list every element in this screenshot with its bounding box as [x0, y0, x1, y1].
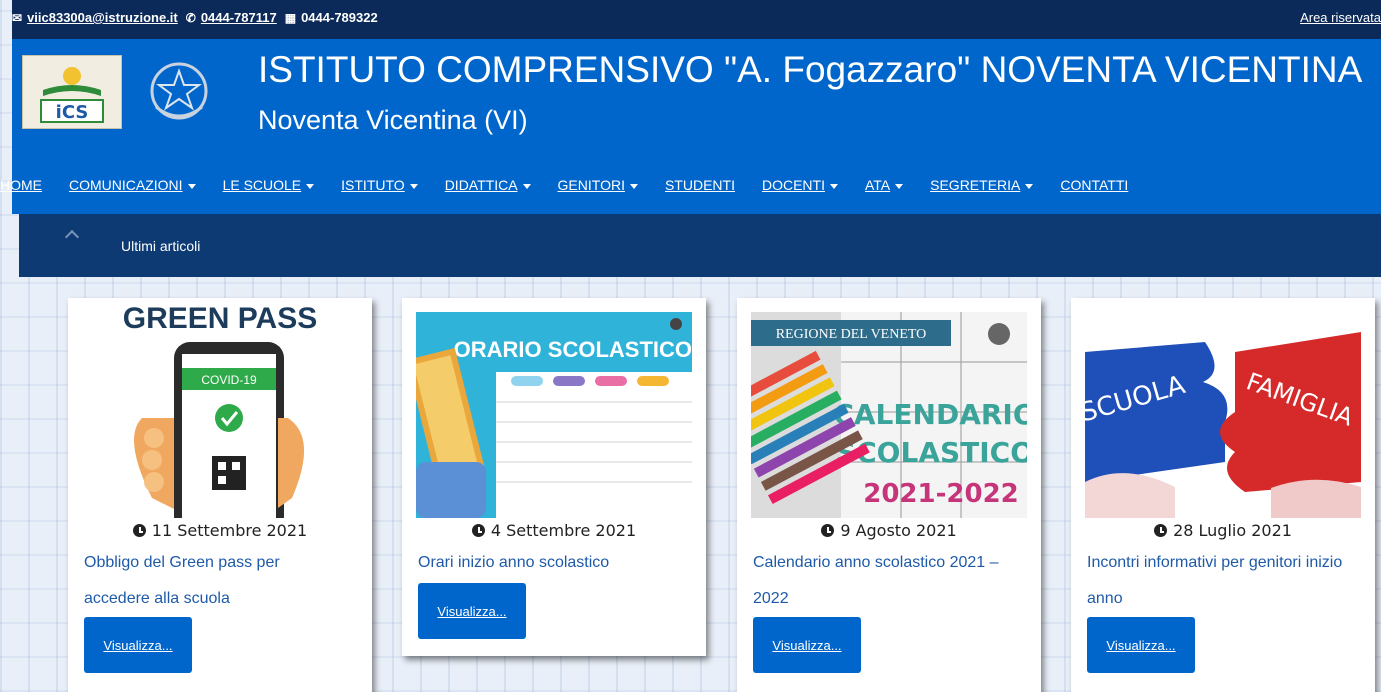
- image-caption: REGIONE DEL VENETO: [776, 327, 927, 342]
- article-date: 9 Agosto 2021: [737, 521, 1041, 540]
- nav-item-comunicazioni[interactable]: COMUNICAZIONI: [69, 177, 196, 193]
- caret-down-icon: [1025, 183, 1034, 189]
- nav-item-home[interactable]: HOME: [0, 177, 42, 193]
- article-card: GREEN PASS COVID-19 11 Settembre 2021 Ob…: [68, 298, 372, 692]
- nav-item-label: CONTATTI: [1060, 177, 1129, 193]
- article-date: 4 Settembre 2021: [402, 521, 706, 540]
- image-caption: COVID-19: [201, 373, 257, 387]
- article-title-link[interactable]: Calendario anno scolastico 2021 – 2022: [753, 545, 1017, 617]
- nav-item-genitori[interactable]: GENITORI: [558, 177, 638, 193]
- article-image-scuola-famiglia[interactable]: SCUOLA FAMIGLIA: [1085, 312, 1361, 518]
- phone-icon: ✆: [185, 10, 196, 25]
- phone-link[interactable]: 0444-787117: [201, 10, 277, 25]
- article-date-text: 9 Agosto 2021: [840, 521, 957, 540]
- nav-item-label: GENITORI: [557, 177, 625, 193]
- nav-item-label: ATA: [864, 177, 891, 193]
- image-caption: 2021-2022: [863, 479, 1019, 509]
- latest-articles-label: Ultimi articoli: [121, 238, 201, 254]
- article-title-link[interactable]: Orari inizio anno scolastico: [418, 545, 682, 581]
- reserved-area-link[interactable]: Area riservata: [1300, 10, 1381, 25]
- site-header: iCS ISTITUTO COMPRENSIVO "A. Fogazzaro" …: [12, 39, 1381, 176]
- article-date: 28 Luglio 2021: [1071, 521, 1375, 540]
- clock-icon: [471, 524, 485, 537]
- caret-down-icon: [629, 183, 638, 189]
- caret-down-icon: [522, 183, 531, 189]
- nav-item-label: COMUNICAZIONI: [69, 177, 183, 193]
- image-caption: ORARIO SCOLASTICO: [454, 337, 692, 362]
- article-date-text: 11 Settembre 2021: [151, 521, 308, 540]
- school-logo[interactable]: iCS: [22, 55, 122, 129]
- article-date-text: 4 Settembre 2021: [490, 521, 637, 540]
- article-image-orario[interactable]: ORARIO SCOLASTICO: [416, 312, 692, 518]
- school-logo-graphic: iCS: [40, 67, 104, 123]
- fax-number: 0444-789322: [301, 10, 378, 25]
- nav-item-studenti[interactable]: STUDENTI: [665, 177, 735, 193]
- article-title-link[interactable]: Obbligo del Green pass per accedere alla…: [84, 545, 348, 617]
- nav-item-didattica[interactable]: DIDATTICA: [445, 177, 531, 193]
- contact-info: ✉ viic83300a@istruzione.it ✆ 0444-787117…: [12, 10, 378, 25]
- latest-articles-bar: Ultimi articoli: [19, 214, 1381, 277]
- image-caption: GREEN PASS: [123, 302, 318, 335]
- nav-item-le-scuole[interactable]: LE SCUOLE: [223, 177, 315, 193]
- view-article-button[interactable]: Visualizza...: [418, 583, 526, 639]
- nav-item-label: HOME: [0, 177, 42, 193]
- article-title-link[interactable]: Incontri informativi per genitori inizio…: [1087, 545, 1351, 617]
- article-image-green-pass[interactable]: GREEN PASS COVID-19: [82, 298, 358, 518]
- nav-item-docenti[interactable]: DOCENTI: [762, 177, 838, 193]
- clock-icon: [132, 524, 146, 537]
- nav-item-istituto[interactable]: ISTITUTO: [341, 177, 418, 193]
- page: ✉ viic83300a@istruzione.it ✆ 0444-787117…: [0, 0, 1381, 692]
- view-article-button[interactable]: Visualizza...: [753, 617, 861, 673]
- logo-text: iCS: [56, 102, 89, 123]
- envelope-icon: ✉: [12, 10, 23, 25]
- nav-item-label: DOCENTI: [761, 177, 825, 193]
- article-date: 11 Settembre 2021: [68, 521, 372, 540]
- article-card: ORARIO SCOLASTICO 4 Settembre 2021 Orari…: [402, 298, 706, 656]
- nav-item-segreteria[interactable]: SEGRETERIA: [930, 177, 1034, 193]
- article-card: SCUOLA FAMIGLIA 28 Luglio 2021 Incontri …: [1071, 298, 1375, 692]
- email-link[interactable]: viic83300a@istruzione.it: [27, 10, 178, 25]
- clock-icon: [821, 524, 835, 537]
- image-caption: CALENDARIO: [833, 398, 1027, 431]
- site-title: ISTITUTO COMPRENSIVO "A. Fogazzaro" NOVE…: [258, 49, 1363, 90]
- main-navigation: HOME COMUNICAZIONI LE SCUOLE ISTITUTO DIDATT…: [0, 176, 1381, 214]
- view-article-button[interactable]: Visualizza...: [84, 617, 192, 673]
- view-article-button[interactable]: Visualizza...: [1087, 617, 1195, 673]
- article-image-calendario[interactable]: REGIONE DEL VENETO CALENDARIO SCOLASTICO…: [751, 312, 1027, 518]
- caret-down-icon: [895, 183, 904, 189]
- nav-item-label: ISTITUTO: [341, 177, 405, 193]
- nav-item-label: STUDENTI: [664, 177, 735, 193]
- contact-bar: ✉ viic83300a@istruzione.it ✆ 0444-787117…: [12, 0, 1381, 39]
- nav-item-label: LE SCUOLE: [222, 177, 302, 193]
- nav-item-ata[interactable]: ATA: [864, 177, 904, 193]
- caret-down-icon: [306, 183, 315, 189]
- fax-icon: ▦: [284, 10, 297, 25]
- caret-down-icon: [829, 183, 838, 189]
- clock-icon: [1154, 524, 1168, 537]
- nav-item-contatti[interactable]: CONTATTI: [1060, 177, 1128, 193]
- caret-down-icon: [187, 183, 196, 189]
- nav-list: HOME COMUNICAZIONI LE SCUOLE ISTITUTO DIDATT…: [0, 177, 1155, 193]
- site-subtitle: Noventa Vicentina (VI): [258, 105, 528, 135]
- chevron-up-icon[interactable]: [64, 229, 80, 245]
- nav-item-label: SEGRETERIA: [930, 177, 1021, 193]
- nav-item-label: DIDATTICA: [444, 177, 518, 193]
- article-date-text: 28 Luglio 2021: [1173, 521, 1292, 540]
- article-card: REGIONE DEL VENETO CALENDARIO SCOLASTICO…: [737, 298, 1041, 692]
- republic-emblem-icon: [148, 51, 210, 131]
- caret-down-icon: [409, 183, 418, 189]
